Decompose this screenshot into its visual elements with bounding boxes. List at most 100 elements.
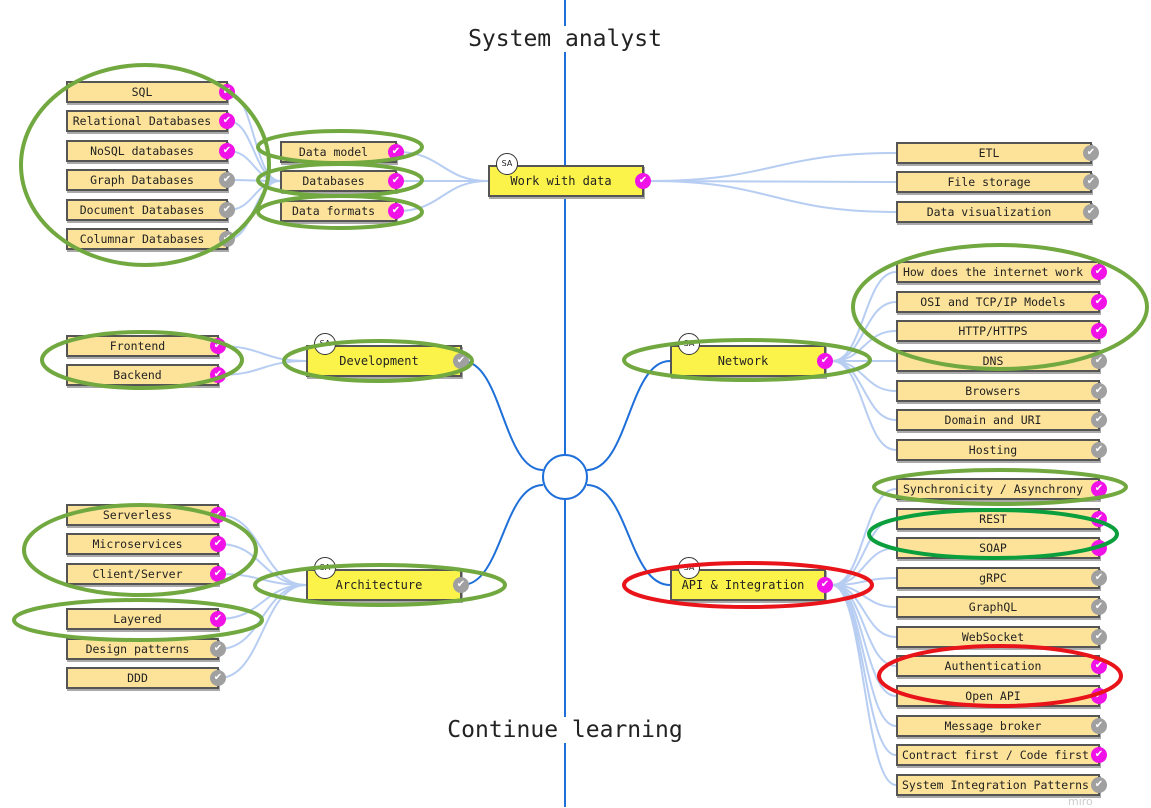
node-development[interactable]: Development ✔ SA <box>306 333 469 377</box>
node-system-integration-patterns[interactable]: System Integration Patterns ✔ <box>896 774 1107 796</box>
check-circle-magenta-icon[interactable]: ✔ <box>1091 511 1107 527</box>
node-label: Microservices <box>92 537 183 551</box>
node-sql[interactable]: SQL ✔ <box>66 81 235 103</box>
node-websocket[interactable]: WebSocket ✔ <box>896 626 1107 648</box>
node-relational-databases[interactable]: Relational Databases ✔ <box>66 110 235 132</box>
check-circle-gray-icon[interactable]: ✔ <box>453 577 469 593</box>
node-message-broker[interactable]: Message broker ✔ <box>896 715 1107 737</box>
node-backend[interactable]: Backend ✔ <box>66 364 226 386</box>
check-circle-magenta-icon[interactable]: ✔ <box>210 507 226 523</box>
check-circle-gray-icon[interactable]: ✔ <box>1091 777 1107 793</box>
check-circle-gray-icon[interactable]: ✔ <box>453 353 469 369</box>
node-dns[interactable]: DNS ✔ <box>896 350 1107 372</box>
check-circle-gray-icon[interactable]: ✔ <box>219 231 235 247</box>
node-http-https[interactable]: HTTP/HTTPS ✔ <box>896 320 1107 342</box>
node-data-formats[interactable]: Data formats ✔ <box>280 200 404 222</box>
node-databases[interactable]: Databases ✔ <box>280 170 404 192</box>
check-circle-gray-icon[interactable]: ✔ <box>1091 353 1107 369</box>
node-hosting[interactable]: Hosting ✔ <box>896 439 1107 461</box>
node-label: Design patterns <box>85 642 190 656</box>
node-how-does-the-internet-work[interactable]: How does the internet work ✔ <box>896 261 1107 283</box>
node-label: Layered <box>113 612 162 626</box>
check-circle-magenta-icon[interactable]: ✔ <box>635 173 651 189</box>
check-circle-magenta-icon[interactable]: ✔ <box>1091 481 1107 497</box>
node-open-api[interactable]: Open API ✔ <box>896 685 1107 707</box>
check-circle-magenta-icon[interactable]: ✔ <box>388 203 404 219</box>
check-circle-magenta-icon[interactable]: ✔ <box>210 367 226 383</box>
node-label: Contract first / Code first <box>902 748 1089 762</box>
node-label: Graph Databases <box>90 173 194 187</box>
check-circle-gray-icon[interactable]: ✔ <box>210 641 226 657</box>
check-circle-gray-icon[interactable]: ✔ <box>1091 718 1107 734</box>
node-synchronicity-asynchrony[interactable]: Synchronicity / Asynchrony ✔ <box>896 478 1107 500</box>
node-nosql-databases[interactable]: NoSQL databases ✔ <box>66 140 235 162</box>
check-circle-gray-icon[interactable]: ✔ <box>219 172 235 188</box>
check-circle-magenta-icon[interactable]: ✔ <box>210 611 226 627</box>
node-frontend[interactable]: Frontend ✔ <box>66 335 226 357</box>
check-circle-gray-icon[interactable]: ✔ <box>1091 412 1107 428</box>
node-label: HTTP/HTTPS <box>958 324 1028 338</box>
spine-link-architecture <box>461 484 544 586</box>
node-graph-databases[interactable]: Graph Databases ✔ <box>66 169 235 191</box>
node-api-integration[interactable]: API & Integration ✔ SA <box>670 557 833 601</box>
check-circle-gray-icon[interactable]: ✔ <box>1091 570 1107 586</box>
node-browsers[interactable]: Browsers ✔ <box>896 380 1107 402</box>
check-circle-magenta-icon[interactable]: ✔ <box>210 566 226 582</box>
check-circle-magenta-icon[interactable]: ✔ <box>1091 323 1107 339</box>
node-layered[interactable]: Layered ✔ <box>66 608 226 630</box>
node-document-databases[interactable]: Document Databases ✔ <box>66 199 235 221</box>
node-microservices[interactable]: Microservices ✔ <box>66 533 226 555</box>
node-label: Serverless <box>102 508 173 522</box>
check-circle-magenta-icon[interactable]: ✔ <box>1091 658 1107 674</box>
node-network[interactable]: Network ✔ SA <box>670 333 833 377</box>
bottom-title: Continue learning <box>443 717 687 743</box>
connector <box>831 488 897 586</box>
node-file-storage[interactable]: File storage ✔ <box>896 171 1099 193</box>
node-label: Document Databases <box>79 203 205 217</box>
check-circle-magenta-icon[interactable]: ✔ <box>210 338 226 354</box>
node-ddd[interactable]: DDD ✔ <box>66 667 226 689</box>
check-circle-gray-icon[interactable]: ✔ <box>1083 204 1099 220</box>
check-circle-magenta-icon[interactable]: ✔ <box>219 84 235 100</box>
node-rest[interactable]: REST ✔ <box>896 508 1107 530</box>
check-circle-gray-icon[interactable]: ✔ <box>219 202 235 218</box>
node-domain-and-uri[interactable]: Domain and URI ✔ <box>896 409 1107 431</box>
node-grpc[interactable]: gRPC ✔ <box>896 567 1107 589</box>
node-label: DDD <box>127 671 148 685</box>
check-circle-magenta-icon[interactable]: ✔ <box>219 143 235 159</box>
node-soap[interactable]: SOAP ✔ <box>896 537 1107 559</box>
check-circle-gray-icon[interactable]: ✔ <box>210 670 226 686</box>
node-architecture[interactable]: Architecture ✔ SA <box>306 557 469 601</box>
check-circle-magenta-icon[interactable]: ✔ <box>219 113 235 129</box>
node-graphql[interactable]: GraphQL ✔ <box>896 596 1107 618</box>
check-circle-magenta-icon[interactable]: ✔ <box>388 173 404 189</box>
check-circle-gray-icon[interactable]: ✔ <box>1083 145 1099 161</box>
check-circle-magenta-icon[interactable]: ✔ <box>817 577 833 593</box>
node-authentication[interactable]: Authentication ✔ <box>896 655 1107 677</box>
check-circle-magenta-icon[interactable]: ✔ <box>817 353 833 369</box>
node-client-server[interactable]: Client/Server ✔ <box>66 563 226 585</box>
node-label: Columnar Databases <box>79 232 205 246</box>
node-design-patterns[interactable]: Design patterns ✔ <box>66 638 226 660</box>
check-circle-gray-icon[interactable]: ✔ <box>1083 174 1099 190</box>
check-circle-gray-icon[interactable]: ✔ <box>1091 599 1107 615</box>
connector <box>649 180 897 213</box>
node-osi-and-tcp-ip-models[interactable]: OSI and TCP/IP Models ✔ <box>896 291 1107 313</box>
node-work-with-data[interactable]: Work with data ✔ SA <box>488 153 651 197</box>
check-circle-magenta-icon[interactable]: ✔ <box>1091 294 1107 310</box>
check-circle-gray-icon[interactable]: ✔ <box>1091 442 1107 458</box>
check-circle-magenta-icon[interactable]: ✔ <box>210 536 226 552</box>
node-columnar-databases[interactable]: Columnar Databases ✔ <box>66 228 235 250</box>
node-data-visualization[interactable]: Data visualization ✔ <box>896 201 1099 223</box>
node-etl[interactable]: ETL ✔ <box>896 142 1099 164</box>
check-circle-magenta-icon[interactable]: ✔ <box>388 144 404 160</box>
node-serverless[interactable]: Serverless ✔ <box>66 504 226 526</box>
check-circle-gray-icon[interactable]: ✔ <box>1091 383 1107 399</box>
check-circle-magenta-icon[interactable]: ✔ <box>1091 747 1107 763</box>
check-circle-magenta-icon[interactable]: ✔ <box>1091 688 1107 704</box>
node-data-model[interactable]: Data model ✔ <box>280 141 404 163</box>
check-circle-magenta-icon[interactable]: ✔ <box>1091 540 1107 556</box>
check-circle-magenta-icon[interactable]: ✔ <box>1091 264 1107 280</box>
node-contract-first-code-first[interactable]: Contract first / Code first ✔ <box>896 744 1107 766</box>
check-circle-gray-icon[interactable]: ✔ <box>1091 629 1107 645</box>
